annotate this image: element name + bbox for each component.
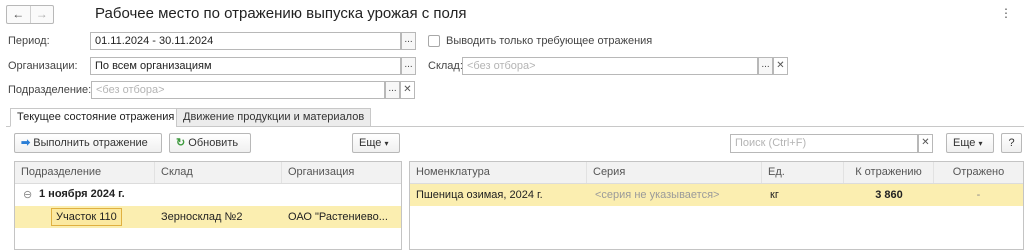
warehouse-clear-icon[interactable]: ✕ bbox=[773, 57, 788, 75]
column-header-unit[interactable]: Ед. bbox=[762, 162, 844, 183]
division-field[interactable]: <без отбора> bbox=[91, 81, 385, 99]
column-header-series[interactable]: Серия bbox=[587, 162, 762, 183]
left-table: Подразделение Склад Организация ⊖ 1 нояб… bbox=[14, 161, 402, 250]
back-arrow-icon[interactable]: ← bbox=[7, 6, 30, 23]
group-row[interactable]: ⊖ 1 ноября 2024 г. bbox=[15, 184, 401, 206]
period-label: Период: bbox=[8, 35, 50, 47]
forward-arrow-icon[interactable]: → bbox=[29, 6, 54, 23]
left-more-label: Еще bbox=[359, 137, 382, 149]
table-row[interactable]: Участок 110 Зерносклад №2 ОАО "Растениев… bbox=[15, 206, 401, 228]
table-row[interactable]: Пшеница озимая, 2024 г. <серия не указыв… bbox=[410, 184, 1023, 206]
warehouse-select-button[interactable]: ... bbox=[758, 57, 773, 75]
dropdown-caret-icon: ▾ bbox=[978, 139, 983, 148]
right-more-button[interactable]: Еще ▾ bbox=[946, 133, 994, 153]
organization-cell[interactable]: ОАО "Растениево... bbox=[288, 211, 396, 223]
organizations-field[interactable]: По всем организациям bbox=[90, 57, 401, 75]
refresh-icon: ↻ bbox=[176, 137, 186, 149]
tab-movement[interactable]: Движение продукции и материалов bbox=[176, 108, 372, 127]
organizations-select-button[interactable]: ... bbox=[401, 57, 416, 75]
page-title: Рабочее место по отражению выпуска урожа… bbox=[95, 5, 467, 22]
only-required-label: Выводить только требующее отражения bbox=[446, 35, 653, 47]
series-cell[interactable]: <серия не указывается> bbox=[595, 189, 719, 201]
help-button[interactable]: ? bbox=[1001, 133, 1022, 153]
history-nav: ← → bbox=[6, 5, 54, 24]
unit-cell[interactable]: кг bbox=[770, 189, 779, 201]
only-required-checkbox[interactable] bbox=[428, 35, 440, 47]
division-label: Подразделение: bbox=[8, 84, 92, 96]
column-header-to-reflect[interactable]: К отражению bbox=[844, 162, 934, 183]
column-header-warehouse[interactable]: Склад bbox=[155, 162, 282, 183]
tab-current-state[interactable]: Текущее состояние отражения bbox=[10, 108, 182, 127]
warehouse-cell[interactable]: Зерносклад №2 bbox=[161, 211, 242, 223]
division-clear-icon[interactable]: ✕ bbox=[400, 81, 415, 99]
left-table-header: Подразделение Склад Организация bbox=[15, 162, 401, 184]
right-table-header: Номенклатура Серия Ед. К отражению Отраж… bbox=[410, 162, 1023, 184]
execute-reflection-button[interactable]: ➡ Выполнить отражение bbox=[14, 133, 162, 153]
refresh-button[interactable]: ↻ Обновить bbox=[169, 133, 251, 153]
column-header-item[interactable]: Номенклатура bbox=[410, 162, 587, 183]
left-more-button[interactable]: Еще ▾ bbox=[352, 133, 400, 153]
division-cell[interactable]: Участок 110 bbox=[51, 208, 122, 226]
collapse-icon[interactable]: ⊖ bbox=[23, 188, 32, 201]
search-clear-icon[interactable]: ✕ bbox=[918, 134, 933, 153]
column-header-division[interactable]: Подразделение bbox=[15, 162, 155, 183]
column-header-reflected[interactable]: Отражено bbox=[934, 162, 1023, 183]
period-field[interactable]: 01.11.2024 - 30.11.2024 bbox=[90, 32, 401, 50]
arrow-right-icon: ➡ bbox=[21, 137, 31, 149]
refresh-label: Обновить bbox=[188, 137, 239, 149]
to-reflect-cell[interactable]: 3 860 bbox=[844, 189, 934, 201]
dropdown-caret-icon: ▾ bbox=[384, 139, 389, 148]
organizations-label: Организации: bbox=[8, 60, 78, 72]
right-more-label: Еще bbox=[953, 137, 976, 149]
group-date-label: 1 ноября 2024 г. bbox=[39, 188, 125, 200]
period-select-button[interactable]: ... bbox=[401, 32, 416, 50]
reflected-cell[interactable]: - bbox=[934, 189, 1023, 201]
item-cell[interactable]: Пшеница озимая, 2024 г. bbox=[416, 189, 543, 201]
warehouse-label: Склад: bbox=[428, 60, 463, 72]
more-menu-icon[interactable]: ⋮ bbox=[1000, 6, 1012, 20]
column-header-organization[interactable]: Организация bbox=[282, 162, 401, 183]
execute-reflection-label: Выполнить отражение bbox=[33, 137, 148, 149]
warehouse-field[interactable]: <без отбора> bbox=[462, 57, 758, 75]
search-input[interactable]: Поиск (Ctrl+F) bbox=[730, 134, 918, 153]
division-select-button[interactable]: ... bbox=[385, 81, 400, 99]
right-table: Номенклатура Серия Ед. К отражению Отраж… bbox=[409, 161, 1024, 250]
